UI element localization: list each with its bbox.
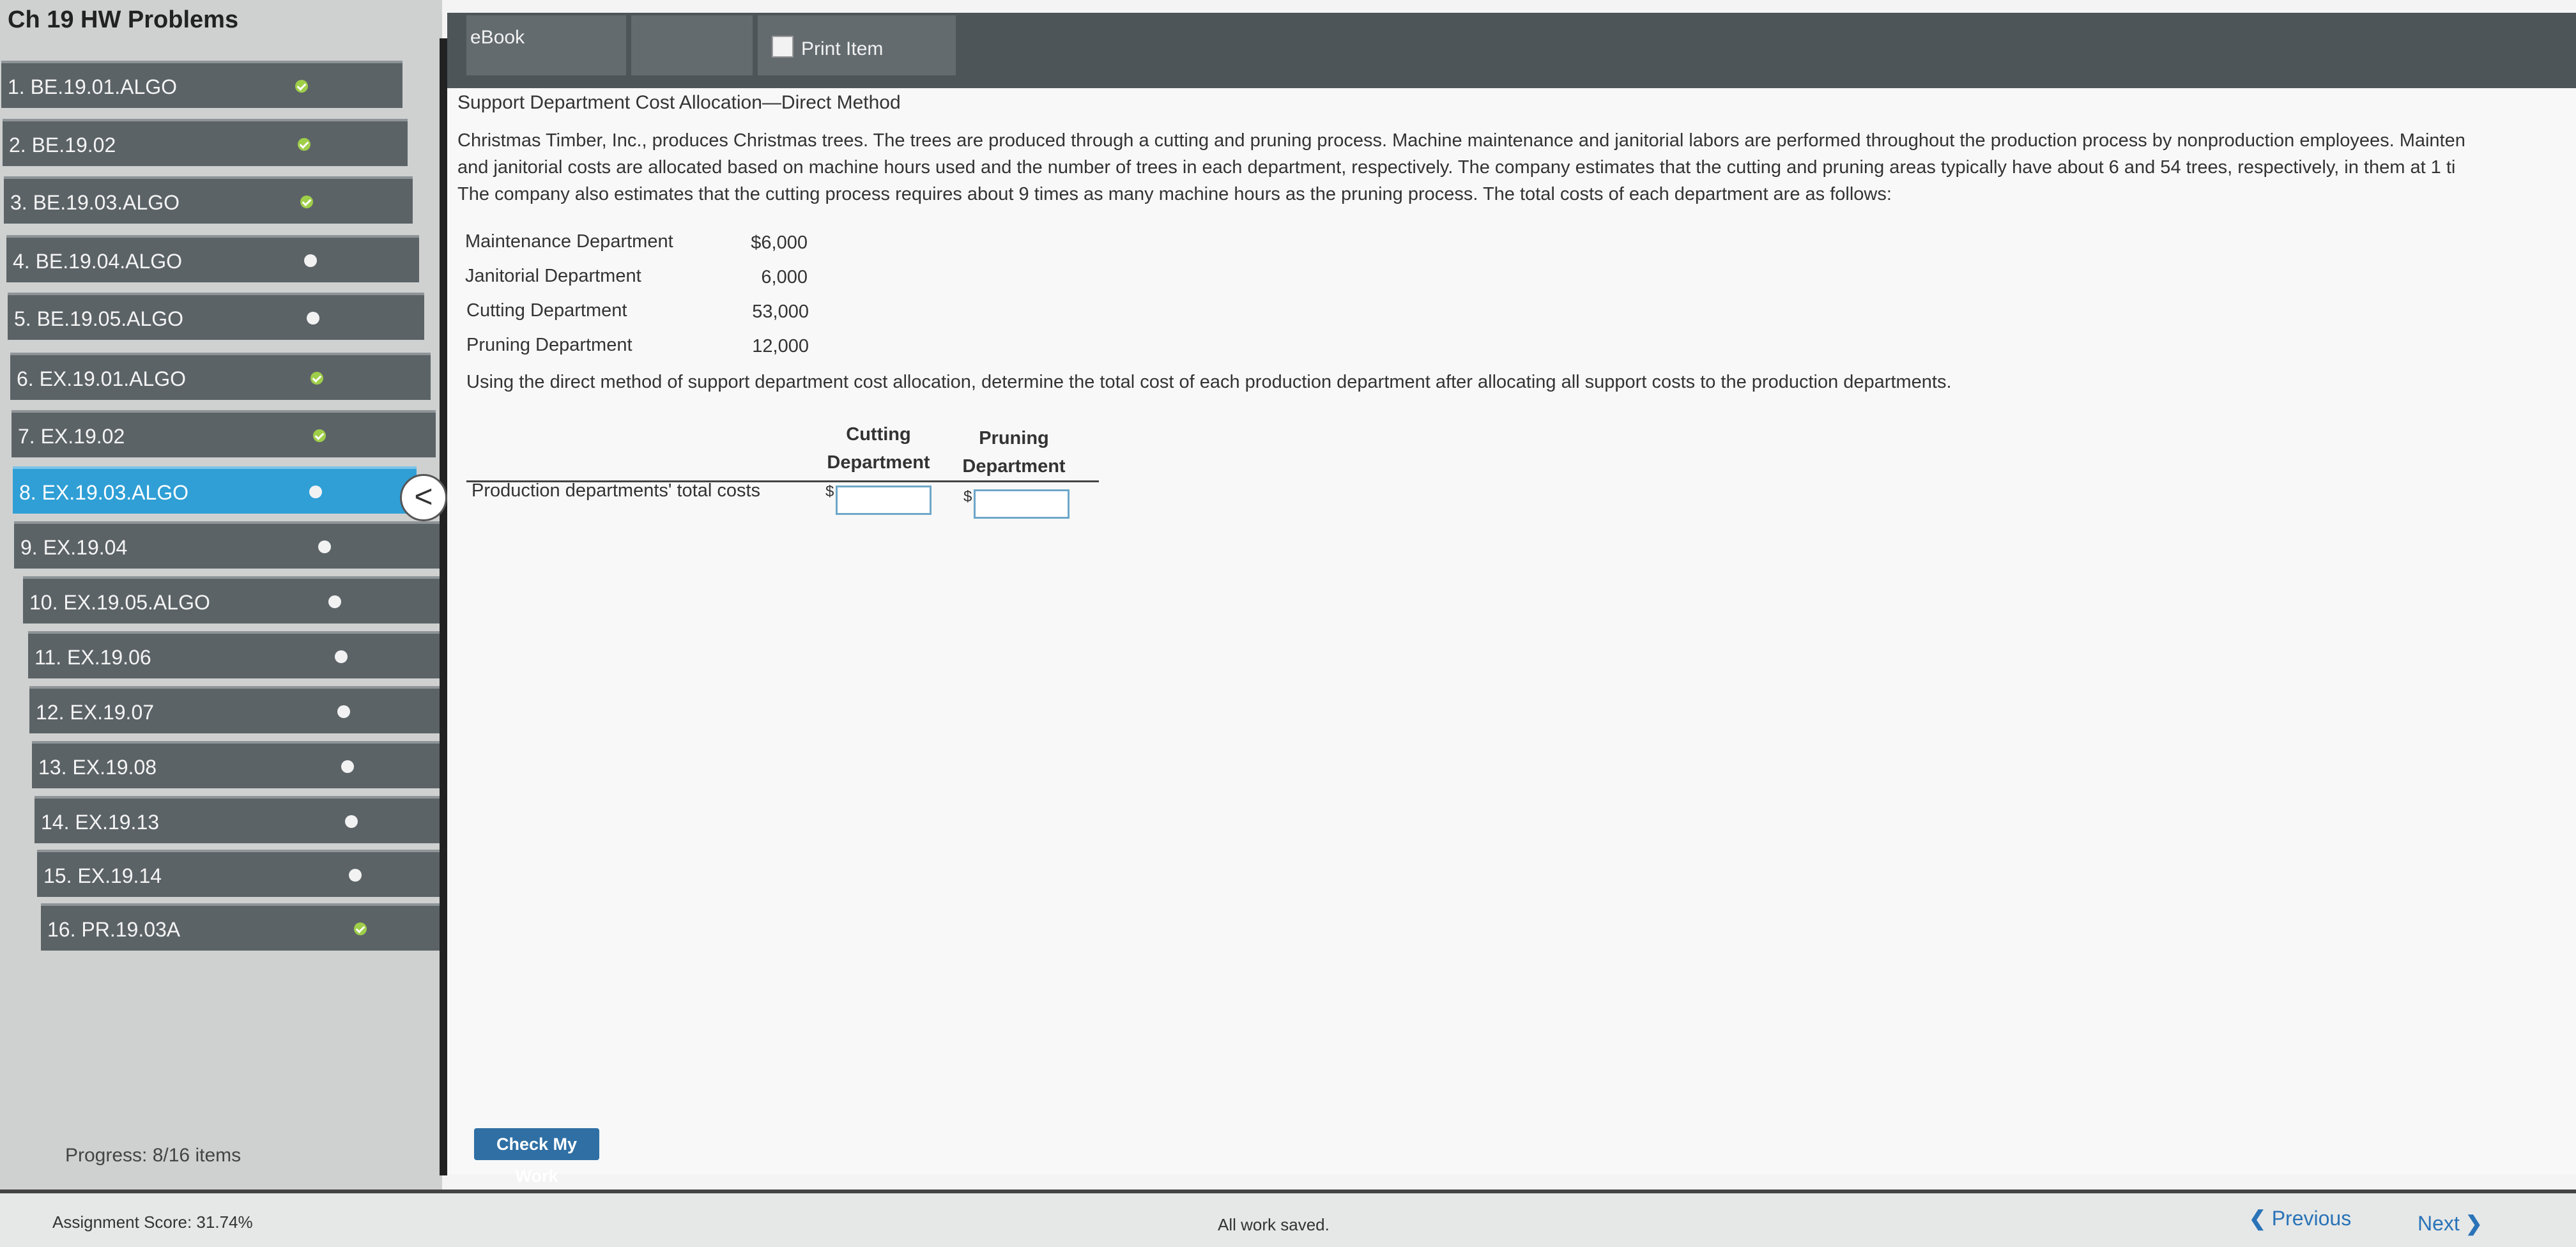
progress-text: Progress: 8/16 items xyxy=(65,1145,241,1166)
collapse-sidebar-button[interactable]: < xyxy=(400,474,447,521)
previous-button[interactable]: ❮ Previous xyxy=(2249,1206,2351,1230)
col-header-cutting-line2: Department xyxy=(827,452,930,473)
sidebar-item-label: 12. EX.19.07 xyxy=(36,701,155,724)
chevron-right-icon: ❯ xyxy=(2465,1212,2483,1235)
sidebar-item-7[interactable]: 7. EX.19.02 xyxy=(12,410,436,457)
problem-paragraph-line-2: and janitorial costs are allocated based… xyxy=(457,157,2456,178)
problem-title: Support Department Cost Allocation—Direc… xyxy=(457,92,901,113)
sidebar-item-label: 7. EX.19.02 xyxy=(18,425,125,448)
check-my-work-button[interactable]: Check My Work xyxy=(474,1128,599,1186)
completed-check-icon xyxy=(310,372,323,385)
sidebar-item-2[interactable]: 2. BE.19.02 xyxy=(3,119,408,166)
save-status: All work saved. xyxy=(1218,1215,1330,1234)
sidebar-item-6[interactable]: 6. EX.19.01.ALGO xyxy=(10,353,431,400)
cost-amount-maintenance: $6,000 xyxy=(751,233,808,253)
status-dot-icon xyxy=(309,486,322,498)
problem-paragraph-line-3: The company also estimates that the cutt… xyxy=(457,184,1892,204)
completed-check-icon xyxy=(298,138,310,151)
cost-amount-cutting: 53,000 xyxy=(752,302,809,322)
col-header-cutting: Cutting Department xyxy=(811,420,946,477)
sidebar-item-5[interactable]: 5. BE.19.05.ALGO xyxy=(8,293,424,340)
sidebar-item-label: 15. EX.19.14 xyxy=(43,864,162,887)
status-dot-icon xyxy=(349,869,362,882)
sidebar-item-label: 6. EX.19.01.ALGO xyxy=(17,367,187,390)
cost-amount-pruning: 12,000 xyxy=(752,336,809,356)
instruction-text: Using the direct method of support depar… xyxy=(466,372,1952,392)
assignment-score: Assignment Score: 31.74% xyxy=(52,1213,253,1232)
cost-dept-maintenance: Maintenance Department xyxy=(465,231,673,252)
sidebar-item-9[interactable]: 9. EX.19.04 xyxy=(14,521,441,569)
chevron-left-icon: ❮ xyxy=(2249,1207,2266,1230)
sidebar-item-label: 5. BE.19.05.ALGO xyxy=(14,307,184,330)
status-dot-icon xyxy=(307,312,319,325)
sidebar-item-14[interactable]: 14. EX.19.13 xyxy=(34,796,478,843)
col-header-pruning: Pruning Department xyxy=(947,424,1081,480)
sidebar-item-16[interactable]: 16. PR.19.03A xyxy=(41,903,488,951)
assignment-title: Ch 19 HW Problems xyxy=(8,6,239,33)
sidebar-item-label: 8. EX.19.03.ALGO xyxy=(19,481,189,504)
status-dot-icon xyxy=(318,540,331,553)
sidebar-item-15[interactable]: 15. EX.19.14 xyxy=(37,850,483,897)
cutting-total-input[interactable] xyxy=(836,486,931,515)
next-button[interactable]: Next ❯ xyxy=(2418,1211,2483,1236)
completed-check-icon xyxy=(295,80,308,93)
col-header-pruning-line2: Department xyxy=(962,456,1066,477)
sidebar-item-label: 13. EX.19.08 xyxy=(38,756,157,779)
sidebar-item-label: 16. PR.19.03A xyxy=(47,918,181,941)
status-dot-icon xyxy=(335,650,348,663)
sidebar-item-3[interactable]: 3. BE.19.03.ALGO xyxy=(4,176,413,224)
completed-check-icon xyxy=(354,922,367,935)
sidebar-item-label: 1. BE.19.01.ALGO xyxy=(8,75,178,98)
tab-ebook-label: eBook xyxy=(470,27,525,48)
col-header-pruning-line1: Pruning xyxy=(979,428,1049,448)
sidebar-item-label: 9. EX.19.04 xyxy=(20,536,128,559)
sidebar-item-4[interactable]: 4. BE.19.04.ALGO xyxy=(6,235,419,282)
sidebar-item-13[interactable]: 13. EX.19.08 xyxy=(32,741,473,788)
pruning-total-input[interactable] xyxy=(974,489,1070,519)
next-label: Next xyxy=(2418,1212,2460,1235)
status-dot-icon xyxy=(337,705,350,718)
sidebar-item-label: 14. EX.19.13 xyxy=(41,811,160,834)
print-item-label: Print Item xyxy=(801,38,884,59)
cost-dept-cutting: Cutting Department xyxy=(466,300,627,321)
row-label-total-costs: Production departments' total costs xyxy=(471,480,761,501)
completed-check-icon xyxy=(313,429,326,442)
sidebar-item-label: 4. BE.19.04.ALGO xyxy=(13,250,183,273)
previous-label: Previous xyxy=(2271,1207,2352,1230)
status-dot-icon xyxy=(345,815,358,828)
sidebar-divider xyxy=(440,38,447,1175)
cost-dept-janitorial: Janitorial Department xyxy=(465,266,641,286)
sidebar-item-label: 2. BE.19.02 xyxy=(9,134,116,157)
problem-paragraph-line-1: Christmas Timber, Inc., produces Christm… xyxy=(457,130,2465,151)
sidebar-item-1[interactable]: 1. BE.19.01.ALGO xyxy=(1,61,402,108)
status-dot-icon xyxy=(341,760,354,773)
sidebar: Ch 19 HW Problems 1. BE.19.01.ALGO 2. BE.… xyxy=(0,0,488,1243)
problem-content: Support Department Cost Allocation—Direc… xyxy=(447,88,2576,1174)
sidebar-item-8[interactable]: 8. EX.19.03.ALGO xyxy=(13,466,417,514)
sidebar-item-label: 11. EX.19.06 xyxy=(34,646,151,669)
cost-dept-pruning: Pruning Department xyxy=(466,335,632,355)
print-icon xyxy=(772,36,793,57)
tab-empty xyxy=(631,15,753,75)
completed-check-icon xyxy=(300,195,313,208)
status-dot-icon xyxy=(304,254,317,267)
currency-cutting: $ xyxy=(825,483,834,500)
footer: Assignment Score: 31.74% All work saved.… xyxy=(0,1190,2576,1247)
status-dot-icon xyxy=(328,595,341,608)
sidebar-item-label: 3. BE.19.03.ALGO xyxy=(10,191,180,214)
currency-pruning: $ xyxy=(963,488,972,505)
cost-amount-janitorial: 6,000 xyxy=(761,267,808,287)
sidebar-item-11[interactable]: 11. EX.19.06 xyxy=(28,631,463,678)
tab-ebook[interactable]: eBook xyxy=(466,15,626,75)
sidebar-item-label: 10. EX.19.05.ALGO xyxy=(29,591,210,614)
sidebar-item-12[interactable]: 12. EX.19.07 xyxy=(29,686,468,733)
col-header-cutting-line1: Cutting xyxy=(846,424,911,445)
sidebar-item-10[interactable]: 10. EX.19.05.ALGO xyxy=(23,576,454,624)
